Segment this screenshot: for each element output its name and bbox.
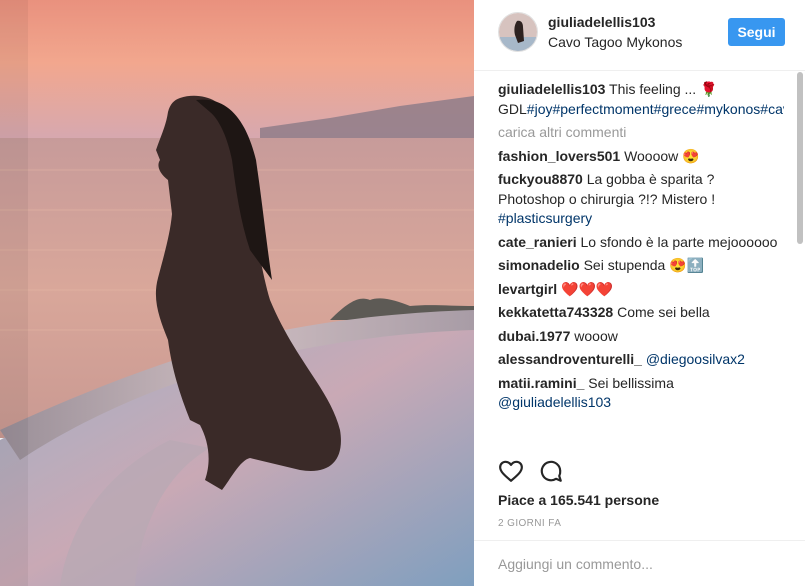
avatar[interactable] (498, 12, 538, 52)
comment-rows: fashion_lovers501 Woooow 😍 fuckyou8870 La… (498, 147, 784, 413)
comment-text: Sei bellissima (588, 374, 674, 391)
post-sidebar: giuliadelellis103 Cavo Tagoo Mykonos Seg… (474, 0, 805, 586)
comment-mention-link[interactable]: @diegoosilvax2 (646, 351, 745, 367)
hashtag-link[interactable]: #mykonos (696, 101, 760, 117)
comment-username[interactable]: levartgirl (498, 281, 557, 297)
load-more-comments-link[interactable]: carica altri commenti (498, 123, 784, 143)
post-header: giuliadelellis103 Cavo Tagoo Mykonos Seg… (474, 0, 805, 71)
post-timestamp[interactable]: 2 GIORNI FA (498, 518, 561, 529)
comment-username[interactable]: fuckyou8870 (498, 171, 583, 187)
comment-item: levartgirl ❤️❤️❤️ (498, 280, 784, 300)
scrollbar-thumb[interactable] (797, 72, 803, 244)
hashtag-link[interactable]: #joy (527, 101, 553, 117)
comment-item: dubai.1977 wooow (498, 327, 784, 347)
comment-item: fuckyou8870 La gobba è sparita ? Photosh… (498, 170, 784, 229)
caption: giuliadelellis103 This feeling ... 🌹 GDL… (498, 80, 784, 119)
caption-username[interactable]: giuliadelellis103 (498, 81, 605, 97)
comment-username[interactable]: alessandroventurelli_ (498, 351, 642, 367)
hashtag-link[interactable]: #grece (654, 101, 697, 117)
speech-bubble-icon[interactable] (538, 458, 566, 486)
caption-hashtags: #joy#perfectmoment#grece#mykonos#cavoota… (527, 101, 784, 117)
hashtag-link[interactable]: #cavootagoo (760, 101, 784, 117)
post-image (0, 0, 474, 586)
comment-mention-link[interactable]: #plasticsurgery (498, 210, 592, 226)
comment-username[interactable]: fashion_lovers501 (498, 148, 620, 164)
comment-mention-link[interactable]: @giuliadelellis103 (498, 394, 611, 410)
comment-username[interactable]: dubai.1977 (498, 328, 570, 344)
comment-text: Sei stupenda 😍🔝 (583, 257, 705, 273)
add-comment-input[interactable] (498, 553, 783, 575)
comment-item: cate_ranieri Lo sfondo è la parte mejooo… (498, 233, 784, 253)
follow-button[interactable]: Segui (728, 18, 785, 46)
comment-item: alessandroventurelli_ @diegoosilvax2 (498, 350, 784, 370)
heart-outline-icon[interactable] (498, 458, 526, 486)
comment-text: Lo sfondo è la parte mejoooooo (580, 233, 778, 250)
comment-item: matii.ramini_ Sei bellissima @giuliadele… (498, 374, 784, 413)
comment-username[interactable]: kekkatetta743328 (498, 304, 613, 320)
comment-text: Woooow 😍 (624, 147, 700, 164)
comment-text: wooow (574, 327, 618, 344)
comment-text: ❤️❤️❤️ (561, 280, 614, 297)
comments-list[interactable]: giuliadelellis103 This feeling ... 🌹 GDL… (498, 80, 784, 452)
comment-username[interactable]: matii.ramini_ (498, 375, 584, 391)
likes-count[interactable]: Piace a 165.541 persone (498, 492, 659, 508)
hashtag-link[interactable]: #perfectmoment (552, 101, 653, 117)
comment-item: kekkatetta743328 Come sei bella (498, 303, 784, 323)
comment-username[interactable]: cate_ranieri (498, 234, 577, 250)
comment-item: fashion_lovers501 Woooow 😍 (498, 147, 784, 167)
add-comment-bar (474, 540, 805, 586)
comments-scrollbar[interactable] (797, 72, 803, 452)
post-photo[interactable] (0, 0, 474, 586)
comment-text: Come sei bella (617, 304, 710, 320)
comment-username[interactable]: simonadelio (498, 257, 580, 273)
post-location[interactable]: Cavo Tagoo Mykonos (548, 34, 682, 50)
comment-item: simonadelio Sei stupenda 😍🔝 (498, 256, 784, 276)
post-author-username[interactable]: giuliadelellis103 (548, 14, 655, 30)
post-actions (498, 458, 578, 486)
